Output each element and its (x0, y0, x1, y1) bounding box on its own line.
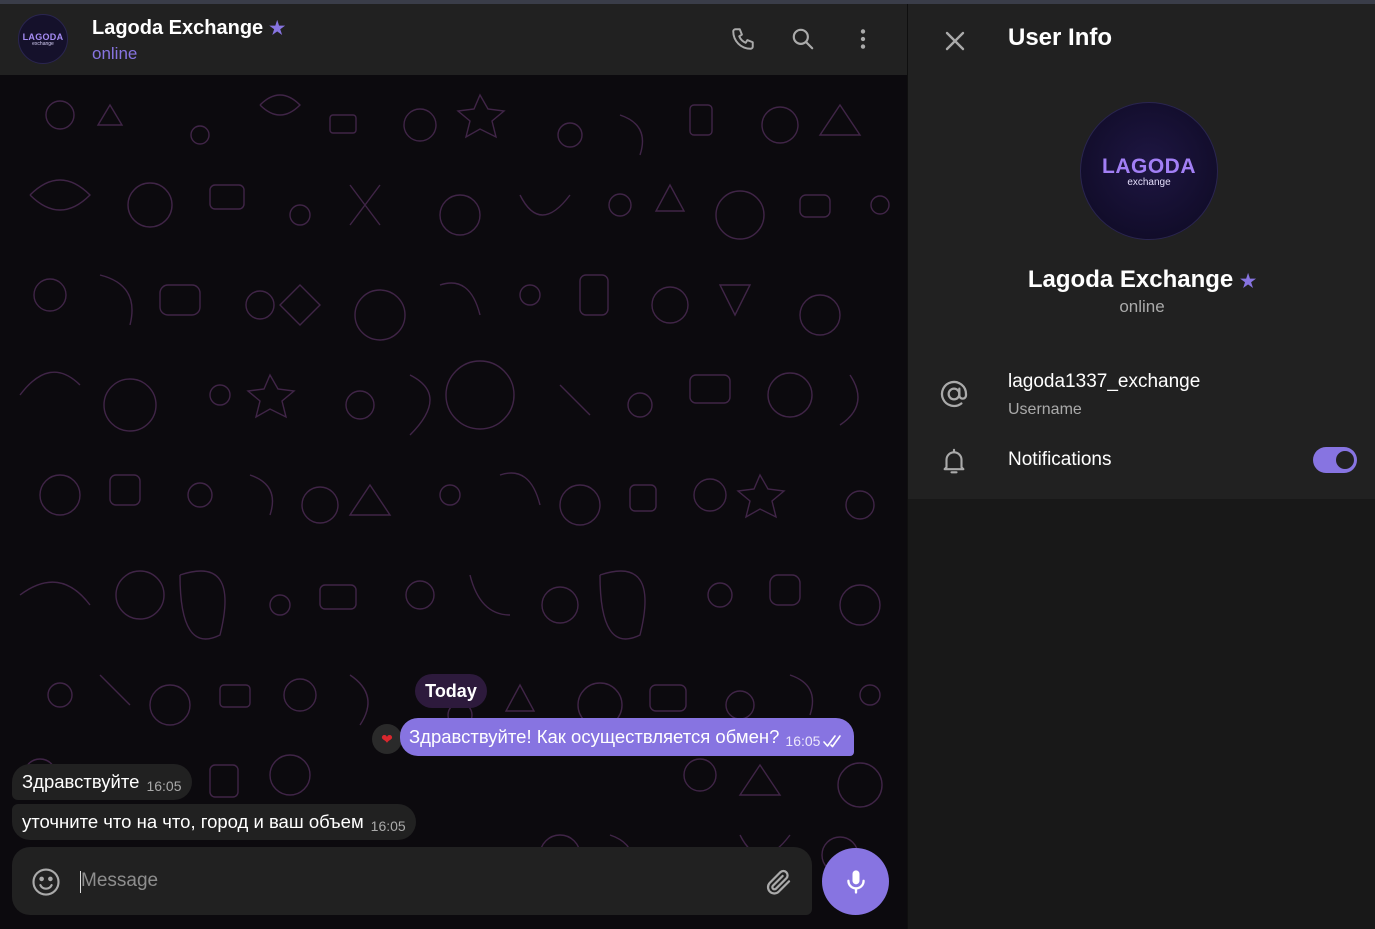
chat-title-text: Lagoda Exchange (92, 17, 264, 39)
incoming-message[interactable]: уточните что на что, город и ваш объем 1… (12, 804, 416, 840)
user-info-card: User Info LAGODA exchange Lagoda Exchang… (908, 4, 1375, 499)
at-sign-icon (938, 378, 970, 410)
message-time: 16:05 (370, 818, 406, 834)
more-vertical-icon[interactable] (849, 25, 877, 53)
attach-icon[interactable] (764, 867, 794, 897)
outgoing-message[interactable]: Здравствуйте! Как осуществляется обмен? … (400, 718, 855, 756)
premium-star-icon: ★ (269, 18, 286, 38)
profile-avatar[interactable]: LAGODA exchange (1080, 102, 1218, 240)
bell-icon (938, 445, 970, 477)
profile-status: online (1119, 297, 1165, 316)
panel-title: User Info (1008, 24, 1113, 51)
chat-title[interactable]: Lagoda Exchange ★ (92, 17, 285, 40)
voice-record-button[interactable] (822, 848, 889, 915)
profile-name-text: Lagoda Exchange (1027, 266, 1234, 293)
profile-name: Lagoda Exchange ★ (908, 266, 1375, 294)
toggle-knob (1334, 449, 1356, 471)
message-text: Здравствуйте! Как осуществляется обмен? (409, 726, 780, 747)
chat-column: LAGODA exchange Lagoda Exchange ★ online… (0, 4, 907, 929)
message-composer (12, 847, 812, 915)
avatar-logo-text: LAGODA (1102, 154, 1196, 178)
message-text: Здравствуйте (22, 771, 140, 792)
incoming-message[interactable]: Здравствуйте 16:05 (12, 764, 192, 800)
username-label: Username (1008, 401, 1082, 418)
premium-star-icon: ★ (1239, 271, 1257, 291)
avatar-logo-subtext: exchange (32, 40, 54, 47)
phone-icon[interactable] (729, 25, 757, 53)
notifications-toggle[interactable] (1313, 447, 1357, 473)
close-icon[interactable] (940, 26, 970, 56)
message-time: 16:05 (785, 733, 821, 749)
emoji-icon[interactable] (31, 867, 61, 897)
chat-header: LAGODA exchange Lagoda Exchange ★ online (0, 4, 907, 75)
username-value[interactable]: lagoda1337_exchange (1008, 371, 1200, 393)
chat-status: online (92, 44, 138, 63)
microphone-icon (846, 869, 865, 894)
date-separator: Today (415, 674, 487, 708)
chat-background-pattern (19, 93, 890, 878)
notifications-label[interactable]: Notifications (1008, 449, 1112, 471)
message-time: 16:05 (146, 778, 182, 794)
heart-reaction-icon[interactable]: ❤ (372, 724, 402, 754)
message-input[interactable] (81, 861, 731, 901)
message-text: уточните что на что, город и ваш объем (22, 811, 364, 832)
double-check-icon (823, 735, 842, 748)
chat-avatar[interactable]: LAGODA exchange (18, 14, 68, 64)
search-icon[interactable] (789, 25, 817, 53)
avatar-logo-subtext: exchange (1127, 176, 1171, 188)
user-info-panel: User Info LAGODA exchange Lagoda Exchang… (907, 4, 1375, 929)
